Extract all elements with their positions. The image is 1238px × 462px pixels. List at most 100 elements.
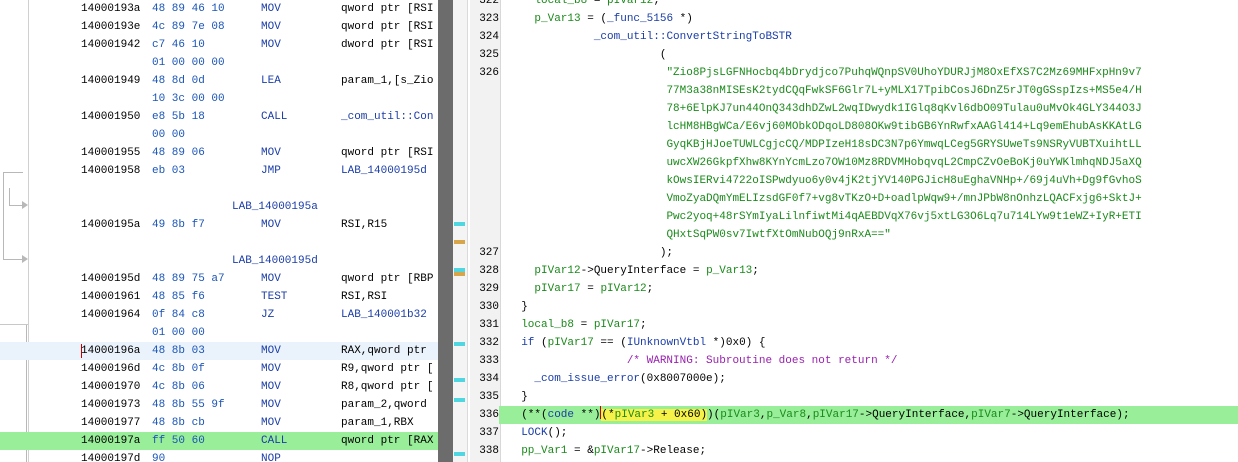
- listing-row[interactable]: 14000196a 48 8b 03 MOV RAX,qword ptr: [0, 342, 438, 360]
- decompiler-line[interactable]: 336 (**(code **)(*pIVar3 + 0x60))(pIVar3…: [470, 406, 1238, 424]
- overview-marker[interactable]: [454, 378, 465, 382]
- overview-marker[interactable]: [454, 342, 465, 346]
- type-token[interactable]: IUnknownVtbl: [627, 337, 706, 349]
- operands[interactable]: _com_util::Con: [341, 108, 433, 126]
- decompiler-line[interactable]: 338 pp_Var1 = &pIVar17->Release;: [470, 442, 1238, 460]
- decompiler-line[interactable]: 331 local_b8 = pIVar17;: [470, 316, 1238, 334]
- overview-marker[interactable]: [454, 452, 465, 456]
- decompiler-line[interactable]: 335 }: [470, 388, 1238, 406]
- variable-token[interactable]: pIVar17: [548, 337, 594, 349]
- overview-bar[interactable]: [453, 0, 468, 462]
- decompiler-line[interactable]: uwcXW26GkpfXhw8KYnYcmLzo7OW10Mz8RDVMHobq…: [470, 154, 1238, 172]
- operands[interactable]: LAB_140001b32: [341, 306, 427, 324]
- code-token: )(: [707, 409, 721, 421]
- listing-row[interactable]: 10 3c 00 00: [0, 90, 438, 108]
- type-token[interactable]: code: [548, 409, 574, 421]
- decompiler-line[interactable]: 78+6ElpKJ7un44OnQ343dhDZwL2wqIDwydk1IGlq…: [470, 100, 1238, 118]
- function-token[interactable]: _com_issue_error: [534, 373, 640, 385]
- listing-label-row[interactable]: LAB_14000195d: [0, 252, 438, 270]
- function-token[interactable]: LOCK: [521, 427, 547, 439]
- decompiler-line[interactable]: 325 (: [470, 46, 1238, 64]
- listing-row[interactable]: 01 00 00 00: [0, 54, 438, 72]
- decompiler-line[interactable]: 334 _com_issue_error(0x8007000e);: [470, 370, 1238, 388]
- decompiler-line[interactable]: VmoZyaDQmYmELIzsdGF0f7+vg8vTKzO+D+oadlpW…: [470, 190, 1238, 208]
- listing-row[interactable]: 14000196d 4c 8b 0f MOV R9,qword ptr [: [0, 360, 438, 378]
- variable-token[interactable]: pIVar3: [615, 409, 655, 421]
- code-label[interactable]: LAB_14000195d: [232, 252, 318, 270]
- listing-row[interactable]: 140001949 48 8d 0d LEA param_1,[s_Zio: [0, 72, 438, 90]
- listing-row[interactable]: 01 00 00: [0, 324, 438, 342]
- decompiler-line[interactable]: 337 LOCK();: [470, 424, 1238, 442]
- decompiler-line[interactable]: 323 p_Var13 = (_func_5156 *): [470, 10, 1238, 28]
- operands[interactable]: LAB_14000195d: [341, 162, 427, 180]
- variable-token[interactable]: pIVar12: [607, 0, 653, 7]
- code-label[interactable]: LAB_14000195a: [232, 198, 318, 216]
- decompiler-line[interactable]: 324 _com_util::ConvertStringToBSTR: [470, 28, 1238, 46]
- listing-label-row[interactable]: LAB_14000195a: [0, 198, 438, 216]
- code-text: /* WARNING: Subroutine does not return *…: [508, 352, 898, 370]
- pane-splitter[interactable]: [438, 0, 453, 462]
- listing-row[interactable]: 14000195d 48 89 75 a7 MOV qword ptr [RBP: [0, 270, 438, 288]
- variable-token[interactable]: pIVar17: [594, 319, 640, 331]
- variable-token[interactable]: local_b8: [521, 319, 574, 331]
- decompiler-line[interactable]: kOwsIERvi4722oISPwdyuo6y0v4jK2tjYV140PGJ…: [470, 172, 1238, 190]
- variable-token[interactable]: pIVar17: [813, 409, 859, 421]
- listing-pane[interactable]: 14000193a 48 89 46 10 MOV qword ptr [RSI 140…: [0, 0, 438, 462]
- decompiler-line[interactable]: 330 }: [470, 298, 1238, 316]
- overview-marker[interactable]: [454, 222, 465, 226]
- listing-row[interactable]: [0, 180, 438, 198]
- overview-marker[interactable]: [454, 272, 465, 276]
- variable-token[interactable]: pIVar7: [971, 409, 1011, 421]
- listing-row[interactable]: 140001950 e8 5b 18 CALL _com_util::Con: [0, 108, 438, 126]
- decompiler-line[interactable]: 328 pIVar12->QueryInterface = p_Var13;: [470, 262, 1238, 280]
- decompiler-line[interactable]: 332 if (pIVar17 == (IUnknownVtbl *)0x0) …: [470, 334, 1238, 352]
- overview-marker[interactable]: [454, 398, 465, 402]
- decompiler-line[interactable]: 329 pIVar17 = pIVar12;: [470, 280, 1238, 298]
- decompiler-line[interactable]: Pwc2yoq+48rSYmIyaLilnfiwtMi4qAEBDVqX76vj…: [470, 208, 1238, 226]
- listing-row[interactable]: 14000193e 4c 89 7e 08 MOV qword ptr [RSI: [0, 18, 438, 36]
- decompiler-line[interactable]: QHxtSqPW0sv7IwtfXtOmNubOQj9nRxA==": [470, 226, 1238, 244]
- variable-token[interactable]: p_Var13: [534, 13, 580, 25]
- type-token[interactable]: _func_5156: [607, 13, 673, 25]
- listing-row[interactable]: 140001961 48 85 f6 TEST RSI,RSI: [0, 288, 438, 306]
- listing-row[interactable]: [0, 234, 438, 252]
- variable-token[interactable]: pIVar12: [600, 283, 646, 295]
- variable-token[interactable]: local_b8: [534, 0, 587, 7]
- variable-token[interactable]: p_Var8: [766, 409, 806, 421]
- listing-row[interactable]: 14000197d 90 NOP: [0, 450, 438, 462]
- listing-row[interactable]: 140001958 eb 03 JMP LAB_14000195d: [0, 162, 438, 180]
- decompiler-line[interactable]: 77M3a38nMISEsK2tydCQqFwkSF6Glr7L+yMLX17T…: [470, 82, 1238, 100]
- overview-marker[interactable]: [454, 240, 465, 244]
- listing-row[interactable]: 00 00: [0, 126, 438, 144]
- decompiler-line[interactable]: 327 );: [470, 244, 1238, 262]
- listing-row[interactable]: 14000193a 48 89 46 10 MOV qword ptr [RSI: [0, 0, 438, 18]
- variable-token[interactable]: pIVar3: [720, 409, 760, 421]
- string-literal: QHxtSqPW0sv7IwtfXtOmNubOQj9nRxA==": [666, 229, 891, 241]
- code-token: ;: [640, 319, 647, 331]
- decompiler-line[interactable]: 326 "Zio8PjsLGFNHocbq4bDrydjco7PuhqWQnpS…: [470, 64, 1238, 82]
- function-token[interactable]: _com_util::ConvertStringToBSTR: [594, 31, 792, 43]
- listing-row[interactable]: 140001970 4c 8b 06 MOV R8,qword ptr [: [0, 378, 438, 396]
- listing-row[interactable]: 140001942 c7 46 10 MOV dword ptr [RSI: [0, 36, 438, 54]
- variable-token[interactable]: pIVar17: [534, 283, 580, 295]
- decompiler-line[interactable]: 333 /* WARNING: Subroutine does not retu…: [470, 352, 1238, 370]
- code-token: (0x8007000e);: [640, 373, 726, 385]
- listing-row[interactable]: 140001964 0f 84 c8 JZ LAB_140001b32: [0, 306, 438, 324]
- variable-token[interactable]: pIVar12: [534, 265, 580, 277]
- listing-row[interactable]: 14000197a ff 50 60 CALL qword ptr [RAX: [0, 432, 438, 450]
- line-number: 323: [479, 13, 499, 25]
- listing-row[interactable]: 140001977 48 8b cb MOV param_1,RBX: [0, 414, 438, 432]
- variable-token[interactable]: pIVar17: [594, 445, 640, 457]
- listing-row[interactable]: 140001955 48 89 06 MOV qword ptr [RSI: [0, 144, 438, 162]
- decompiler-pane[interactable]: 322 local_b8 = pIVar12; 323 p_Var13 = (_f…: [470, 0, 1238, 462]
- variable-token[interactable]: pp_Var1: [521, 445, 567, 457]
- decompiler-line[interactable]: lcHM8HBgWCa/E6vj60MObkODqoLD808OKw9tibGB…: [470, 118, 1238, 136]
- listing-row[interactable]: 14000195a 49 8b f7 MOV RSI,R15: [0, 216, 438, 234]
- decompiler-line[interactable]: 322 local_b8 = pIVar12;: [470, 0, 1238, 10]
- decompiler-line[interactable]: GyqKBjHJoeTUWLCgjcCQ/MDPIzeH18sDC3N7p6Ym…: [470, 136, 1238, 154]
- variable-token[interactable]: p_Var13: [706, 265, 752, 277]
- code-text: pIVar17 = pIVar12;: [508, 280, 653, 298]
- highlighted-expression[interactable]: (*pIVar3 + 0x60): [601, 409, 708, 421]
- keyword-token: if: [521, 337, 535, 349]
- listing-row[interactable]: 140001973 48 8b 55 9f MOV param_2,qword: [0, 396, 438, 414]
